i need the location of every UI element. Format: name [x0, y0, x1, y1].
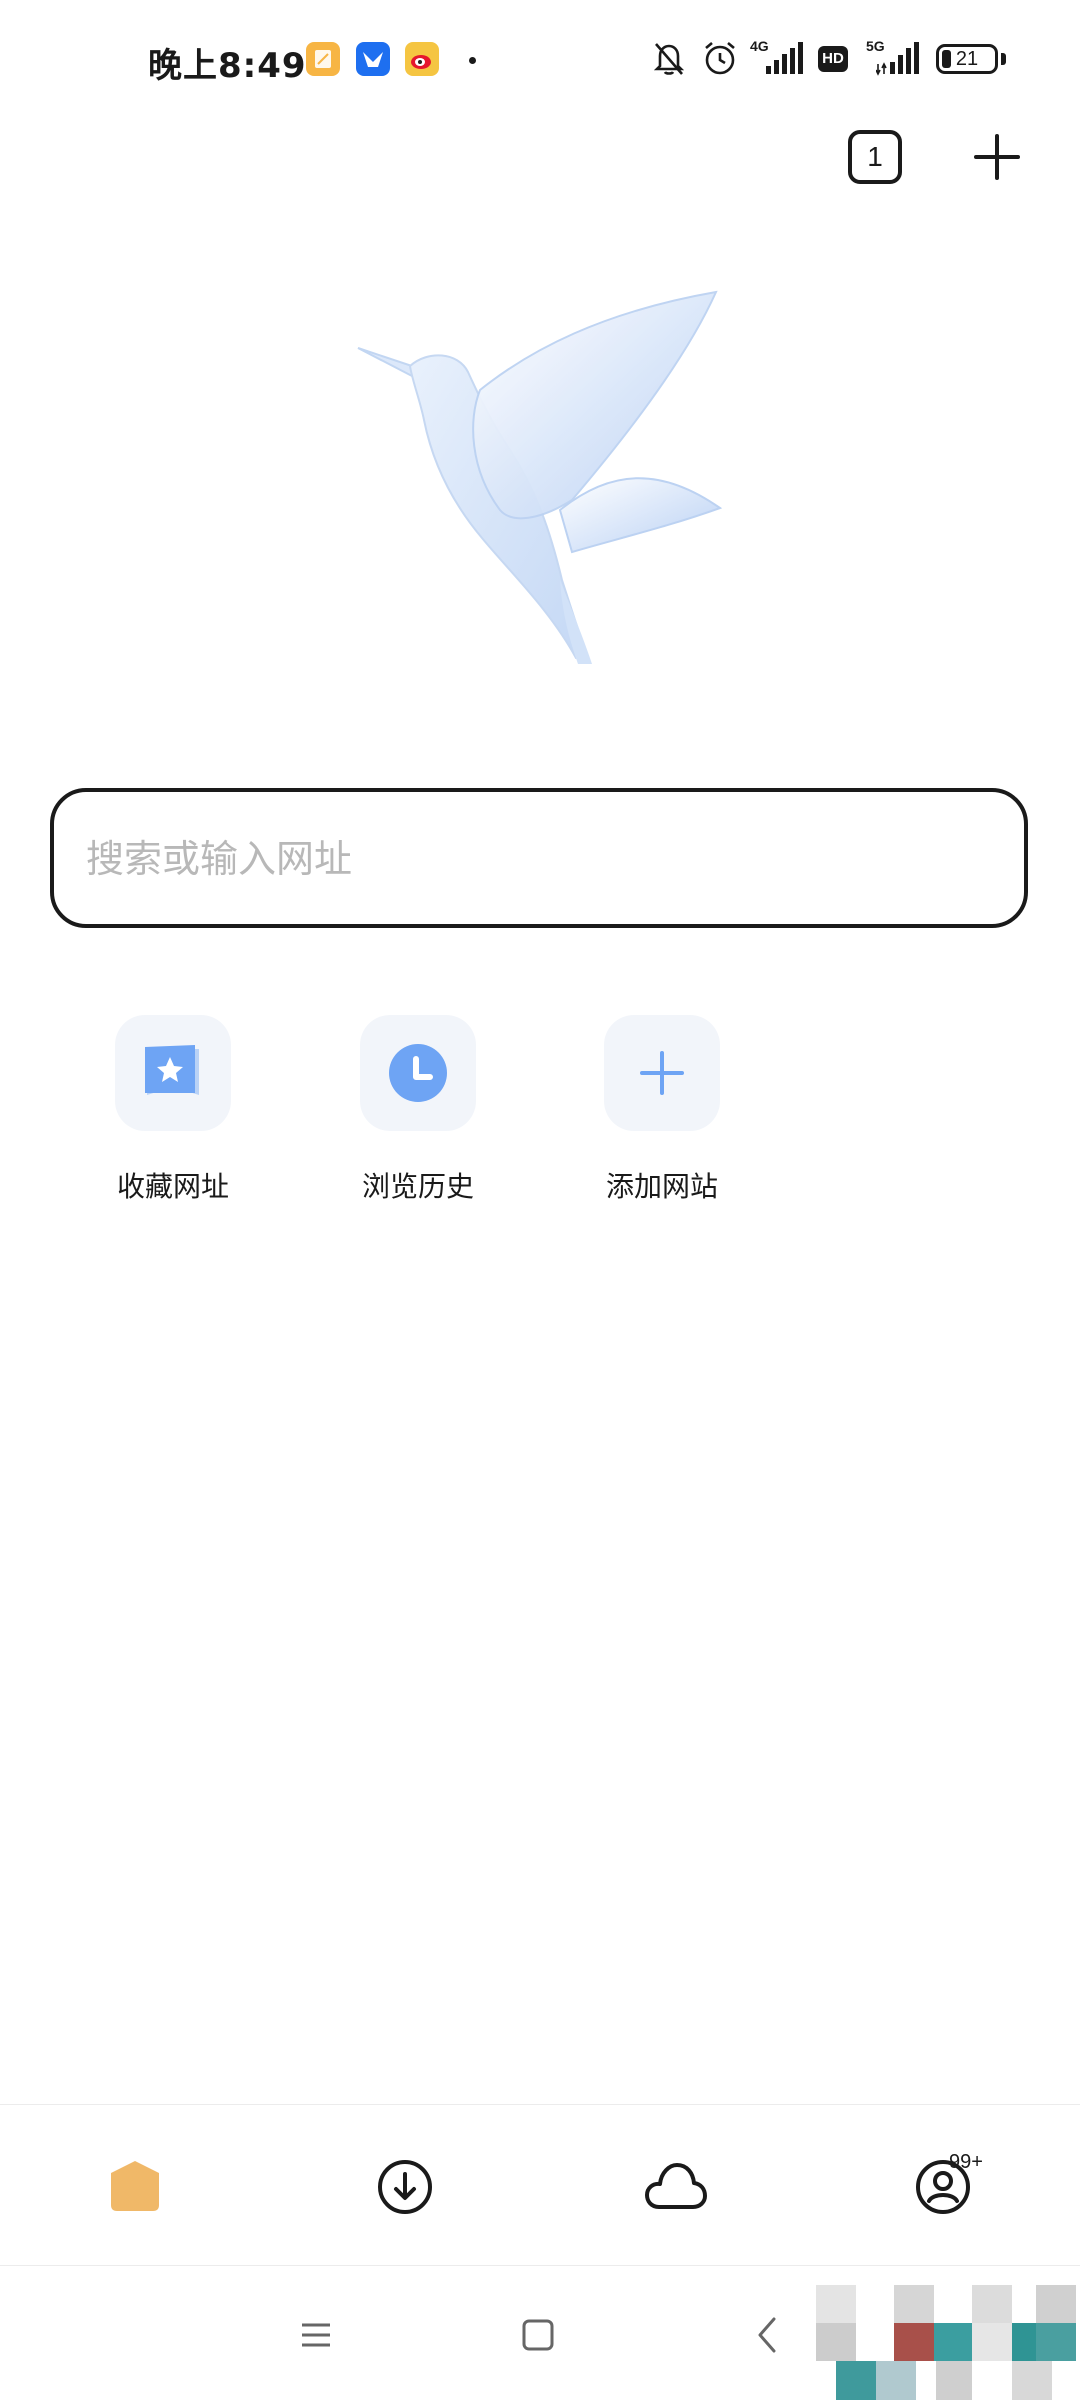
bottom-navigation: 99+ — [0, 2104, 1080, 2266]
battery-percentage: 21 — [955, 48, 979, 70]
shortcut-add-site[interactable]: 添加网站 — [562, 1015, 762, 1215]
signal-icon-1 — [766, 42, 803, 74]
battery-cap — [1001, 53, 1006, 65]
tab-switcher-button[interactable]: 1 — [848, 130, 902, 184]
browser-home-page: 晚上8:49 4G HD 5G 21 1 搜索或输入网址 收藏网址 浏览历史 添… — [0, 0, 1080, 2400]
shortcut-add-site-label: 添加网站 — [605, 1170, 718, 1203]
search-bar[interactable] — [50, 788, 1028, 928]
shortcut-history[interactable]: 浏览历史 — [318, 1015, 518, 1215]
back-icon[interactable] — [738, 2305, 798, 2365]
more-notifications-dot — [469, 57, 476, 64]
hd-voice-icon: HD — [818, 46, 848, 72]
cloud-icon — [645, 2163, 707, 2209]
feishu-app-icon — [356, 42, 390, 76]
signal-icon-2 — [876, 42, 919, 76]
bookmark-star-icon — [145, 1045, 199, 1095]
plus-icon — [974, 134, 1020, 180]
status-time: 晚上8:49 — [148, 46, 307, 86]
shortcut-bookmarks-tile — [115, 1015, 231, 1131]
nav-downloads[interactable] — [325, 2105, 485, 2265]
shortcut-bookmarks-label: 收藏网址 — [116, 1170, 229, 1203]
home-square-icon[interactable] — [508, 2305, 568, 2365]
shortcut-add-site-tile — [604, 1015, 720, 1131]
alarm-icon — [705, 42, 735, 75]
home-icon — [111, 2161, 159, 2211]
bell-muted-icon — [653, 43, 685, 75]
menu-icon[interactable] — [286, 2305, 346, 2365]
nav-cloud[interactable] — [593, 2105, 753, 2265]
system-navigation-bar — [0, 2265, 1080, 2400]
browser-bird-logo — [357, 290, 723, 664]
pixelated-watermark — [816, 2285, 1076, 2400]
nav-profile[interactable]: 99+ — [863, 2105, 1023, 2265]
weibo-app-icon — [405, 42, 439, 76]
battery-icon: 21 — [936, 44, 998, 74]
clock-icon — [389, 1044, 447, 1102]
shortcut-bookmarks[interactable]: 收藏网址 — [73, 1015, 273, 1215]
download-icon — [378, 2160, 432, 2214]
shortcut-history-tile — [360, 1015, 476, 1131]
shortcut-history-label: 浏览历史 — [361, 1170, 474, 1203]
new-tab-button[interactable] — [970, 130, 1024, 184]
notes-app-icon — [306, 42, 340, 76]
profile-badge: 99+ — [949, 2151, 983, 2173]
nav-home[interactable] — [55, 2105, 215, 2265]
status-bar: 晚上8:49 4G HD 5G 21 — [0, 0, 1080, 120]
search-input[interactable] — [84, 792, 988, 926]
plus-icon — [640, 1051, 684, 1095]
tab-count-label: 1 — [867, 141, 883, 172]
